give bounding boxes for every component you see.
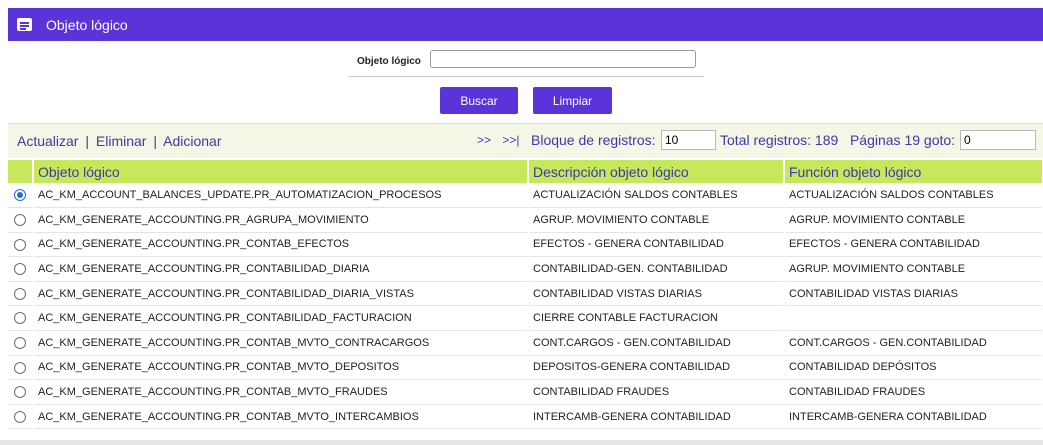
objeto-logico-table: Objeto lógico Descripción objeto lógico … bbox=[8, 160, 1043, 430]
cell-descripcion: CONTABILIDAD-GEN. CONTABILIDAD bbox=[528, 256, 785, 282]
cell-funcion bbox=[784, 305, 1043, 332]
cell-objeto-logico: AC_KM_ACCOUNT_BALANCES_UPDATE.PR_AUTOMAT… bbox=[33, 183, 529, 209]
objeto-logico-label: Objeto lógico bbox=[357, 55, 421, 67]
header-select bbox=[8, 160, 34, 183]
buscar-button[interactable]: Buscar bbox=[440, 87, 518, 114]
cell-descripcion: INTERCAMB-GENERA CONTABILIDAD bbox=[528, 404, 785, 430]
row-select-cell bbox=[8, 232, 34, 258]
table-row[interactable]: AC_KM_GENERATE_ACCOUNTING.PR_CONTAB_MVTO… bbox=[8, 379, 1043, 405]
row-radio[interactable] bbox=[14, 263, 26, 276]
cell-descripcion: CONT.CARGOS - GEN.CONTABILIDAD bbox=[528, 330, 785, 356]
cell-funcion: EFECTOS - GENERA CONTABILIDAD bbox=[784, 232, 1043, 258]
cell-funcion: CONTABILIDAD FRAUDES bbox=[784, 379, 1043, 405]
window-icon bbox=[17, 18, 32, 31]
table-row[interactable]: AC_KM_GENERATE_ACCOUNTING.PR_CONTAB_MVTO… bbox=[8, 404, 1043, 430]
row-radio[interactable] bbox=[14, 189, 26, 202]
row-radio[interactable] bbox=[14, 238, 26, 251]
row-radio[interactable] bbox=[14, 361, 26, 374]
cell-objeto-logico: AC_KM_GENERATE_ACCOUNTING.PR_AGRUPA_MOVI… bbox=[33, 207, 529, 233]
table-row[interactable]: AC_KM_ACCOUNT_BALANCES_UPDATE.PR_AUTOMAT… bbox=[8, 183, 1043, 209]
cell-descripcion: AGRUP. MOVIMIENTO CONTABLE bbox=[528, 207, 785, 233]
separator: | bbox=[153, 133, 157, 149]
eliminar-link[interactable]: Eliminar bbox=[96, 133, 147, 149]
cell-objeto-logico: AC_KM_GENERATE_ACCOUNTING.PR_CONTAB_MVTO… bbox=[33, 379, 529, 405]
cell-descripcion: CONTABILIDAD VISTAS DIARIAS bbox=[528, 281, 785, 307]
row-radio[interactable] bbox=[14, 287, 26, 300]
pagination-nav: >> >>| bbox=[477, 133, 528, 147]
title-bar: Objeto lógico bbox=[8, 8, 1043, 41]
cell-funcion: CONTABILIDAD DEPÓSITOS bbox=[784, 355, 1043, 381]
page-title: Objeto lógico bbox=[46, 16, 128, 33]
bottom-scrollbar[interactable] bbox=[0, 440, 1043, 445]
cell-funcion: AGRUP. MOVIMIENTO CONTABLE bbox=[784, 207, 1043, 233]
row-radio[interactable] bbox=[14, 410, 26, 423]
row-select-cell bbox=[8, 281, 34, 307]
cell-descripcion: EFECTOS - GENERA CONTABILIDAD bbox=[528, 232, 785, 258]
bloque-registros-input[interactable] bbox=[661, 130, 716, 150]
table-row[interactable]: AC_KM_GENERATE_ACCOUNTING.PR_CONTAB_EFEC… bbox=[8, 232, 1043, 258]
cell-descripcion: ACTUALIZACIÓN SALDOS CONTABLES bbox=[528, 183, 785, 209]
cell-descripcion: DEPOSITOS-GENERA CONTABILIDAD bbox=[528, 355, 785, 381]
table-row[interactable]: AC_KM_GENERATE_ACCOUNTING.PR_CONTAB_MVTO… bbox=[8, 355, 1043, 381]
cell-objeto-logico: AC_KM_GENERATE_ACCOUNTING.PR_CONTAB_EFEC… bbox=[33, 232, 529, 258]
cell-funcion: CONTABILIDAD VISTAS DIARIAS bbox=[784, 281, 1043, 307]
cell-objeto-logico: AC_KM_GENERATE_ACCOUNTING.PR_CONTABILIDA… bbox=[33, 305, 529, 332]
total-label: Total registros: 189 bbox=[720, 132, 839, 148]
total-registros-label: Total registros: 189 Páginas 19 goto: bbox=[720, 132, 955, 148]
cell-objeto-logico: AC_KM_GENERATE_ACCOUNTING.PR_CONTABILIDA… bbox=[33, 281, 529, 307]
cell-objeto-logico: AC_KM_GENERATE_ACCOUNTING.PR_CONTAB_MVTO… bbox=[33, 330, 529, 356]
header-descripcion[interactable]: Descripción objeto lógico bbox=[528, 160, 785, 183]
cell-funcion: CONT.CARGOS - GEN.CONTABILIDAD bbox=[784, 330, 1043, 356]
table-header-row: Objeto lógico Descripción objeto lógico … bbox=[8, 160, 1043, 183]
goto-page-input[interactable] bbox=[960, 130, 1036, 150]
records-toolbar: Actualizar | Eliminar | Adicionar >> >>|… bbox=[8, 123, 1043, 158]
paginas-label: Páginas 19 goto: bbox=[849, 132, 956, 148]
header-funcion[interactable]: Función objeto lógico bbox=[784, 160, 1043, 183]
table-row[interactable]: AC_KM_GENERATE_ACCOUNTING.PR_CONTABILIDA… bbox=[8, 256, 1043, 282]
separator: | bbox=[85, 133, 89, 149]
cell-funcion: INTERCAMB-GENERA CONTABILIDAD bbox=[784, 404, 1043, 430]
row-select-cell bbox=[8, 379, 34, 405]
row-select-cell bbox=[8, 256, 34, 282]
header-objeto-logico[interactable]: Objeto lógico bbox=[33, 160, 529, 183]
cell-objeto-logico: AC_KM_GENERATE_ACCOUNTING.PR_CONTAB_MVTO… bbox=[33, 355, 529, 381]
row-radio[interactable] bbox=[14, 386, 26, 399]
table-row[interactable]: AC_KM_GENERATE_ACCOUNTING.PR_CONTABILIDA… bbox=[8, 305, 1043, 332]
table-row[interactable]: AC_KM_GENERATE_ACCOUNTING.PR_CONTAB_MVTO… bbox=[8, 330, 1043, 356]
row-select-cell bbox=[8, 404, 34, 430]
row-select-cell bbox=[8, 183, 34, 209]
search-row: Objeto lógico bbox=[348, 46, 704, 77]
cell-objeto-logico: AC_KM_GENERATE_ACCOUNTING.PR_CONTABILIDA… bbox=[33, 256, 529, 282]
bloque-label: Bloque de registros: bbox=[531, 132, 656, 148]
cell-funcion: ACTUALIZACIÓN SALDOS CONTABLES bbox=[784, 183, 1043, 209]
row-select-cell bbox=[8, 330, 34, 356]
row-radio[interactable] bbox=[14, 336, 26, 349]
row-radio[interactable] bbox=[14, 213, 26, 226]
table-row[interactable]: AC_KM_GENERATE_ACCOUNTING.PR_AGRUPA_MOVI… bbox=[8, 207, 1043, 233]
row-select-cell bbox=[8, 305, 34, 332]
row-radio[interactable] bbox=[14, 312, 26, 325]
limpiar-button[interactable]: Limpiar bbox=[533, 87, 612, 114]
cell-descripcion: CIERRE CONTABLE FACTURACION bbox=[528, 305, 785, 332]
actualizar-link[interactable]: Actualizar bbox=[17, 133, 78, 149]
last-page-link[interactable]: >>| bbox=[502, 133, 519, 147]
cell-descripcion: CONTABILIDAD FRAUDES bbox=[528, 379, 785, 405]
table-row[interactable]: AC_KM_GENERATE_ACCOUNTING.PR_CONTABILIDA… bbox=[8, 281, 1043, 307]
adicionar-link[interactable]: Adicionar bbox=[163, 133, 221, 149]
cell-objeto-logico: AC_KM_GENERATE_ACCOUNTING.PR_CONTAB_MVTO… bbox=[33, 404, 529, 430]
objeto-logico-input[interactable] bbox=[430, 50, 696, 68]
row-select-cell bbox=[8, 355, 34, 381]
row-select-cell bbox=[8, 207, 34, 233]
cell-funcion: AGRUP. MOVIMIENTO CONTABLE bbox=[784, 256, 1043, 282]
next-page-link[interactable]: >> bbox=[477, 133, 491, 147]
